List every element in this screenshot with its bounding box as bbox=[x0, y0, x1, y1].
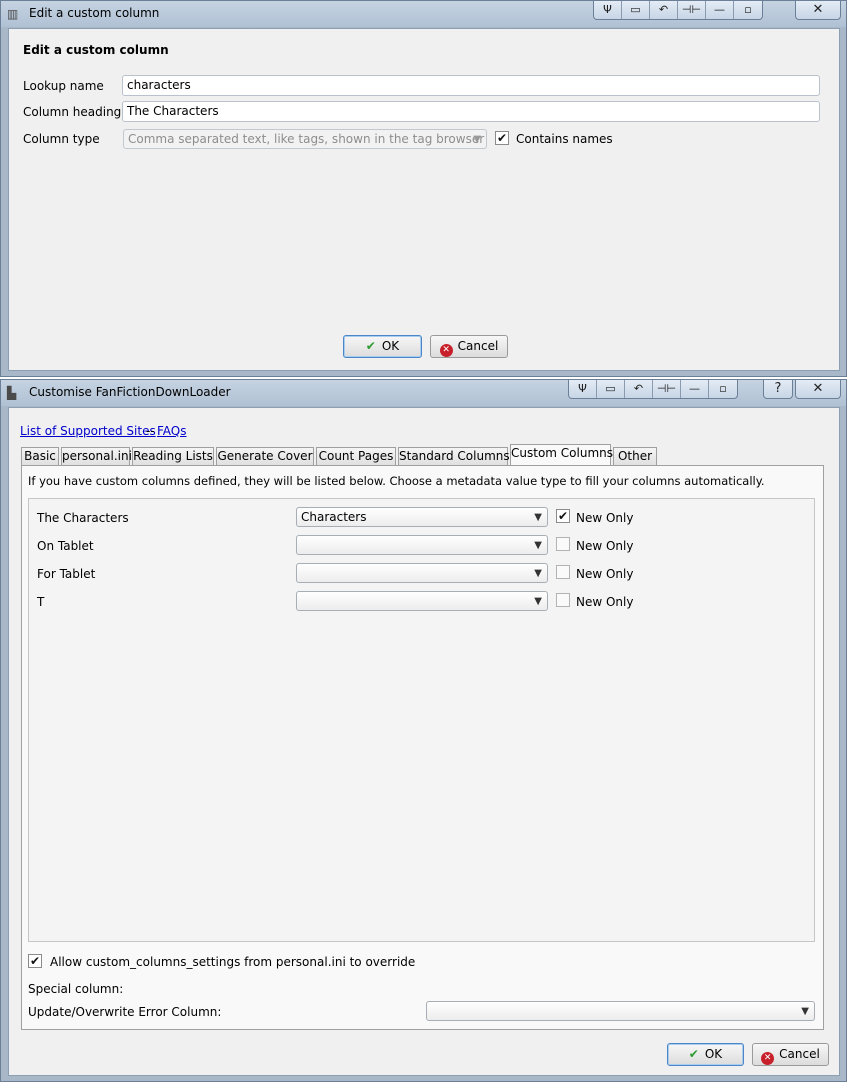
special-column-label: Special column: bbox=[28, 982, 124, 996]
contains-names-checkbox[interactable]: ✔ bbox=[495, 131, 509, 145]
undo-icon[interactable]: ↶ bbox=[625, 380, 653, 398]
ok-button[interactable]: ✔ OK bbox=[667, 1043, 744, 1066]
metadata-select[interactable]: Characters ▼ bbox=[296, 507, 548, 527]
tab-count-pages[interactable]: Count Pages bbox=[316, 447, 396, 465]
maximize-icon[interactable]: ▫ bbox=[709, 380, 737, 398]
new-only-label: New Only bbox=[576, 539, 634, 553]
faqs-link[interactable]: FAQs bbox=[157, 424, 187, 438]
resize-icon[interactable]: ⊣⊢ bbox=[678, 1, 706, 19]
lookup-name-label: Lookup name bbox=[23, 79, 104, 93]
column-name-label: The Characters bbox=[37, 511, 129, 525]
column-name-label: T bbox=[37, 595, 45, 609]
titlebar: ▙ Customise FanFictionDownLoader Ψ ▭ ↶ ⊣… bbox=[1, 380, 846, 406]
tab-personal-ini[interactable]: personal.ini bbox=[61, 447, 132, 465]
pin-icon[interactable]: Ψ bbox=[594, 1, 622, 19]
pin-icon[interactable]: Ψ bbox=[569, 380, 597, 398]
column-heading-label: Column heading bbox=[23, 105, 122, 119]
column-icon: ▥ bbox=[7, 7, 19, 21]
new-only-label: New Only bbox=[576, 595, 634, 609]
ok-label: OK bbox=[381, 339, 400, 353]
cancel-icon: ✕ bbox=[761, 1052, 775, 1065]
columns-list-frame: The Characters Characters ▼ ✔ New Only O… bbox=[28, 498, 815, 942]
new-only-label: New Only bbox=[576, 567, 634, 581]
tab-generate-cover[interactable]: Generate Cover bbox=[216, 447, 314, 465]
close-button[interactable]: ✕ bbox=[795, 380, 841, 399]
new-only-checkbox[interactable] bbox=[556, 537, 570, 551]
new-only-checkbox[interactable]: ✔ bbox=[556, 509, 570, 523]
cancel-button[interactable]: ✕ Cancel bbox=[752, 1043, 829, 1066]
shade-icon[interactable]: ▭ bbox=[622, 1, 650, 19]
dialog-body: List of Supported Sites -- FAQs Basic pe… bbox=[8, 407, 840, 1076]
maximize-icon[interactable]: ▫ bbox=[734, 1, 762, 19]
close-button[interactable]: ✕ bbox=[795, 1, 841, 20]
tab-bar: Basic personal.ini Reading Lists Generat… bbox=[21, 444, 821, 467]
new-only-checkbox[interactable] bbox=[556, 565, 570, 579]
dialog-heading: Edit a custom column bbox=[23, 43, 169, 57]
titlebar: ▥ Edit a custom column Ψ ▭ ↶ ⊣⊢ — ▫ ✕ bbox=[1, 1, 846, 27]
metadata-select-value: Characters bbox=[301, 510, 367, 524]
cancel-label: Cancel bbox=[457, 339, 499, 353]
new-only-label: New Only bbox=[576, 511, 634, 525]
tab-other[interactable]: Other bbox=[613, 447, 657, 465]
cancel-icon: ✕ bbox=[439, 344, 453, 357]
chevron-down-icon: ▼ bbox=[534, 540, 542, 551]
error-column-select[interactable]: ▼ bbox=[426, 1001, 815, 1021]
column-heading-input[interactable]: The Characters bbox=[122, 101, 820, 122]
chevron-down-icon: ▼ bbox=[801, 1006, 809, 1017]
cancel-button[interactable]: ✕ Cancel bbox=[430, 335, 508, 358]
tab-basic[interactable]: Basic bbox=[21, 447, 59, 465]
checkmark-icon: ✔ bbox=[688, 1047, 699, 1061]
metadata-select[interactable]: ▼ bbox=[296, 535, 548, 555]
allow-override-label: Allow custom_columns_settings from perso… bbox=[50, 955, 416, 969]
tab-standard-columns[interactable]: Standard Columns bbox=[398, 447, 510, 465]
help-button[interactable]: ? bbox=[763, 380, 793, 399]
contains-names-label: Contains names bbox=[516, 132, 613, 146]
window-title: Edit a custom column bbox=[29, 6, 160, 20]
cancel-label: Cancel bbox=[779, 1047, 820, 1061]
edit-custom-column-window: ▥ Edit a custom column Ψ ▭ ↶ ⊣⊢ — ▫ ✕ Ed… bbox=[0, 0, 847, 377]
chevron-down-icon: ▼ bbox=[534, 596, 542, 607]
column-type-value: Comma separated text, like tags, shown i… bbox=[128, 132, 485, 146]
ok-button[interactable]: ✔ OK bbox=[343, 335, 422, 358]
tab-reading-lists[interactable]: Reading Lists bbox=[132, 447, 214, 465]
new-only-checkbox[interactable] bbox=[556, 593, 570, 607]
error-column-label: Update/Overwrite Error Column: bbox=[28, 1005, 222, 1019]
lookup-name-input[interactable]: characters bbox=[122, 75, 820, 96]
chevron-down-icon: ▼ bbox=[534, 512, 542, 523]
column-type-select: Comma separated text, like tags, shown i… bbox=[123, 129, 487, 149]
column-name-label: For Tablet bbox=[37, 567, 96, 581]
minimize-icon[interactable]: — bbox=[681, 380, 709, 398]
dialog-body: Edit a custom column Lookup name charact… bbox=[8, 28, 840, 371]
checkmark-icon: ✔ bbox=[365, 339, 376, 353]
resize-icon[interactable]: ⊣⊢ bbox=[653, 380, 681, 398]
titlebar-tools: Ψ ▭ ↶ ⊣⊢ — ▫ bbox=[593, 1, 763, 20]
column-name-label: On Tablet bbox=[37, 539, 94, 553]
books-icon: ▙ bbox=[7, 386, 17, 400]
tab-custom-columns[interactable]: Custom Columns bbox=[510, 444, 613, 465]
undo-icon[interactable]: ↶ bbox=[650, 1, 678, 19]
metadata-select[interactable]: ▼ bbox=[296, 591, 548, 611]
allow-override-checkbox[interactable]: ✔ bbox=[28, 954, 42, 968]
supported-sites-link[interactable]: List of Supported Sites bbox=[20, 424, 156, 438]
custom-columns-pane: If you have custom columns defined, they… bbox=[21, 465, 824, 1030]
minimize-icon[interactable]: — bbox=[706, 1, 734, 19]
description-text: If you have custom columns defined, they… bbox=[28, 474, 765, 488]
chevron-down-icon: ▼ bbox=[473, 134, 481, 145]
customise-fanfiction-window: ▙ Customise FanFictionDownLoader Ψ ▭ ↶ ⊣… bbox=[0, 379, 847, 1082]
window-title: Customise FanFictionDownLoader bbox=[29, 385, 231, 399]
column-type-label: Column type bbox=[23, 132, 100, 146]
shade-icon[interactable]: ▭ bbox=[597, 380, 625, 398]
metadata-select[interactable]: ▼ bbox=[296, 563, 548, 583]
chevron-down-icon: ▼ bbox=[534, 568, 542, 579]
titlebar-tools: Ψ ▭ ↶ ⊣⊢ — ▫ bbox=[568, 380, 738, 399]
ok-label: OK bbox=[704, 1047, 723, 1061]
link-separator: -- bbox=[146, 424, 155, 438]
